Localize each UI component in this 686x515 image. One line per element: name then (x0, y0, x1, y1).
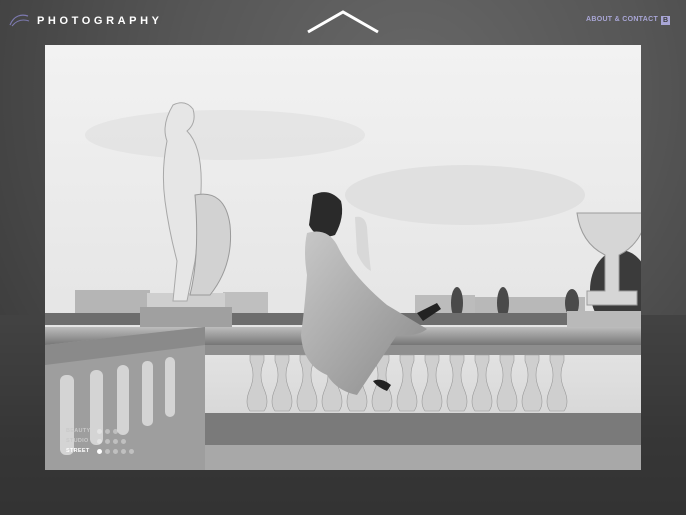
gallery-dot[interactable] (113, 438, 118, 444)
logo-icon[interactable] (8, 12, 30, 28)
gallery-dot[interactable] (113, 428, 118, 434)
chevron-up-icon[interactable] (305, 8, 381, 36)
about-contact-link[interactable]: ABOUT & CONTACT (586, 16, 658, 23)
gallery-dot[interactable] (105, 448, 110, 454)
gallery-dot[interactable] (105, 438, 110, 444)
photo-illustration (45, 45, 641, 470)
category-dots (97, 448, 134, 454)
gallery-dot[interactable] (97, 438, 102, 444)
category-nav: BEAUTY STUDIO STREET (66, 426, 134, 456)
category-dots (97, 438, 126, 444)
category-label: STREET (66, 448, 90, 454)
gallery-dot[interactable] (97, 448, 102, 454)
gallery-dot[interactable] (121, 448, 126, 454)
featured-photo (45, 45, 641, 470)
brand-title[interactable]: PHOTOGRAPHY (37, 15, 163, 27)
site-header: PHOTOGRAPHY ABOUT & CONTACT B (0, 0, 686, 44)
gallery-dot[interactable] (129, 448, 134, 454)
category-street[interactable]: STREET (66, 446, 134, 456)
category-dots (97, 428, 118, 434)
category-label: STUDIO (66, 438, 89, 444)
gallery-dot[interactable] (113, 448, 118, 454)
gallery-dot[interactable] (105, 428, 110, 434)
category-studio[interactable]: STUDIO (66, 436, 134, 446)
gallery-dot[interactable] (97, 428, 102, 434)
category-label: BEAUTY (66, 428, 91, 434)
gallery-dot[interactable] (121, 438, 126, 444)
category-beauty[interactable]: BEAUTY (66, 426, 134, 436)
blog-icon[interactable]: B (661, 16, 670, 25)
